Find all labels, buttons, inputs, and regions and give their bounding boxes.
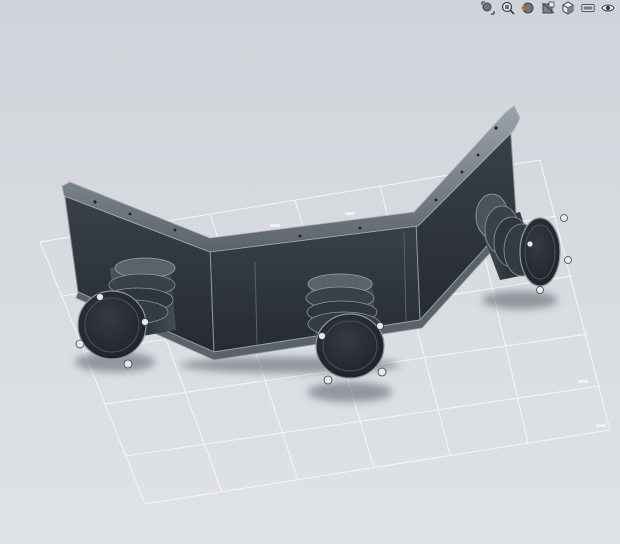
graphics-area[interactable] xyxy=(0,0,620,544)
model-canvas[interactable] xyxy=(0,0,620,544)
